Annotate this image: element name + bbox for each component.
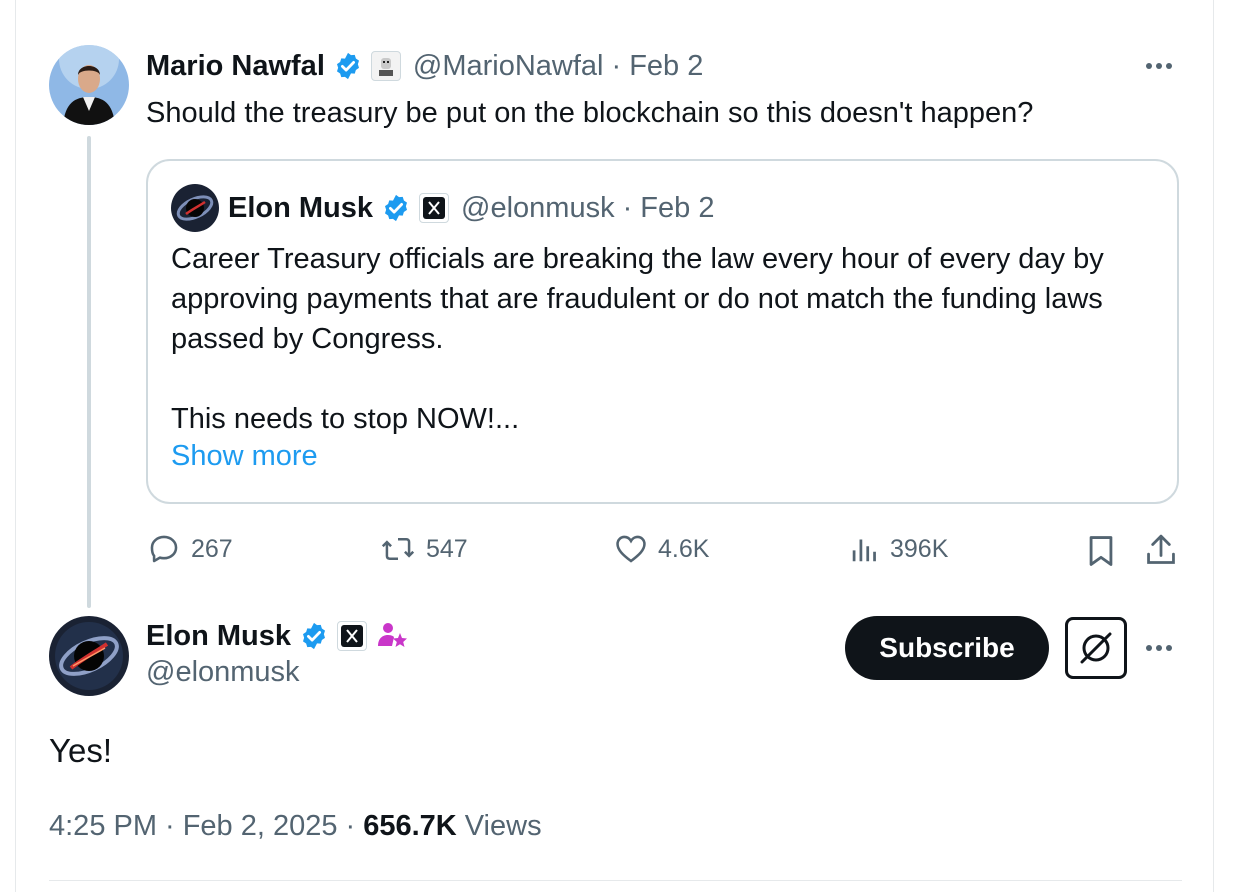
author-handle[interactable]: @MarioNawfal xyxy=(413,50,604,83)
views-label: Views xyxy=(464,810,542,842)
reply-button[interactable]: 267 xyxy=(147,532,233,566)
x-logo-icon[interactable] xyxy=(337,621,368,651)
author-name[interactable]: Mario Nawfal xyxy=(146,50,325,83)
verified-badge-icon[interactable] xyxy=(299,621,329,651)
tweet-full-date[interactable]: · Feb 2, 2025 · xyxy=(165,810,355,843)
verified-badge-icon[interactable] xyxy=(333,51,363,81)
more-icon[interactable] xyxy=(1146,645,1172,651)
grok-button[interactable] xyxy=(1065,617,1127,679)
repost-button[interactable]: 547 xyxy=(380,532,468,566)
avatar-elon-musk-small xyxy=(171,184,219,232)
repost-icon xyxy=(381,538,415,560)
quote-date: · Feb 2 xyxy=(622,191,715,224)
affiliate-badge-icon[interactable] xyxy=(370,51,401,81)
reply-count: 267 xyxy=(191,534,233,563)
verified-badge-icon xyxy=(381,193,411,223)
column-border-right xyxy=(1213,0,1214,892)
view-count: 656.7K xyxy=(363,810,457,842)
views-icon xyxy=(852,539,876,562)
main-tweet-header: Elon Musk xyxy=(146,616,409,656)
show-more-link[interactable]: Show more xyxy=(171,440,318,473)
main-author-name[interactable]: Elon Musk xyxy=(146,620,291,653)
parent-tweet-text: Should the treasury be put on the blockc… xyxy=(146,97,1034,129)
like-count: 4.6K xyxy=(658,534,710,563)
x-logo-icon xyxy=(419,193,450,223)
subscribe-button[interactable]: Subscribe xyxy=(845,616,1049,680)
like-icon xyxy=(616,535,646,563)
tweet-date[interactable]: · Feb 2 xyxy=(611,50,703,83)
share-icon[interactable] xyxy=(1144,532,1178,573)
parent-tweet-header: Mario Nawfal @MarioNawfal · Feb 2 xyxy=(146,46,703,86)
avatar-elon-musk[interactable] xyxy=(49,616,129,696)
main-author-handle[interactable]: @elonmusk xyxy=(146,656,300,689)
views-count: 396K xyxy=(890,534,949,563)
quote-text-paragraph-1: Career Treasury officials are breaking t… xyxy=(171,243,1104,355)
avatar-mario-nawfal[interactable] xyxy=(49,45,129,125)
reply-icon xyxy=(150,535,178,563)
quote-handle: @elonmusk xyxy=(461,191,615,224)
more-icon[interactable] xyxy=(1146,63,1172,69)
tweet-meta: 4:25 PM · Feb 2, 2025 · 656.7K Views xyxy=(49,810,542,843)
bookmark-icon[interactable] xyxy=(1086,534,1116,573)
thread-connector-line xyxy=(87,136,91,608)
quote-text-paragraph-2: This needs to stop NOW!... xyxy=(171,403,520,435)
divider xyxy=(49,880,1182,881)
quote-text: Career Treasury officials are breaking t… xyxy=(171,239,1161,439)
subscriber-star-icon[interactable] xyxy=(375,620,409,652)
grok-icon xyxy=(1080,632,1112,664)
repost-count: 547 xyxy=(426,534,468,563)
main-tweet-text: Yes! xyxy=(49,732,113,769)
tweet-time[interactable]: 4:25 PM xyxy=(49,810,157,843)
like-button[interactable]: 4.6K xyxy=(614,532,709,566)
quote-author-name: Elon Musk xyxy=(228,191,374,224)
quote-header: Elon Musk @elonmusk · Feb 2 xyxy=(228,188,714,228)
views-button[interactable]: 396K xyxy=(850,532,948,566)
column-border-left xyxy=(15,0,16,892)
